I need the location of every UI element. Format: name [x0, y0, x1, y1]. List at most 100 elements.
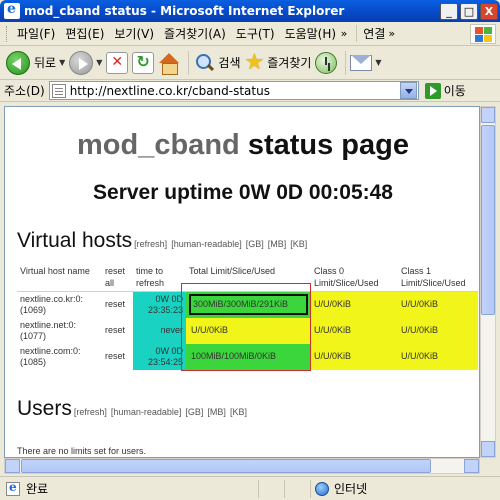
windows-logo-icon	[470, 23, 496, 44]
col-reset[interactable]: reset all	[102, 263, 133, 292]
stop-button[interactable]	[106, 51, 129, 74]
vertical-scroll-thumb[interactable]	[481, 125, 495, 315]
col-class1: Class 1 Limit/Slice/Used	[401, 266, 466, 288]
human-readable-link[interactable]: [human-readable]	[171, 239, 242, 249]
home-button[interactable]	[158, 52, 180, 75]
search-button[interactable]: 검색	[193, 52, 241, 74]
title-part-modname: mod_cband	[77, 129, 240, 161]
menu-view[interactable]: 보기(V)	[109, 25, 159, 42]
go-arrow-icon	[424, 82, 441, 99]
history-icon	[315, 51, 338, 74]
refresh-time-2: 23:54:25	[147, 356, 183, 367]
selection-highlight	[181, 283, 311, 371]
col-host: Virtual host name	[20, 266, 90, 276]
refresh-button[interactable]	[132, 51, 155, 74]
go-label: 이동	[443, 84, 466, 98]
address-url[interactable]: http://nextline.co.kr/cband-status	[70, 84, 400, 98]
col-time: time to refresh	[136, 266, 165, 288]
search-icon	[193, 52, 215, 74]
host-name: nextline.com:0:	[20, 345, 81, 356]
scroll-up-button[interactable]	[481, 107, 495, 123]
star-icon: ★	[244, 49, 265, 75]
favorites-button[interactable]: ★ 즐겨찾기	[244, 49, 312, 75]
mb-link[interactable]: [MB]	[268, 239, 287, 249]
refresh-time-1: 0W 0D	[155, 345, 183, 356]
class1-cell: U/U/0KiB	[398, 343, 478, 370]
menu-favorites[interactable]: 즐겨찾기(A)	[159, 25, 231, 42]
page-icon	[51, 83, 66, 98]
menu-file[interactable]: 파일(F)	[12, 25, 60, 42]
mail-button[interactable]: ▼	[350, 54, 382, 71]
menu-more-chevron[interactable]: »	[338, 27, 351, 40]
scroll-left-button[interactable]	[5, 459, 20, 473]
menu-help[interactable]: 도움말(H)	[280, 25, 338, 42]
status-panel	[258, 479, 284, 498]
human-readable-link[interactable]: [human-readable]	[111, 407, 182, 417]
gb-link[interactable]: [GB]	[246, 239, 264, 249]
refresh-cell: never	[133, 317, 186, 344]
vertical-scrollbar[interactable]	[480, 106, 496, 458]
links-label[interactable]: 연결	[356, 25, 385, 42]
reset-link[interactable]: reset	[102, 344, 133, 370]
menu-tools[interactable]: 도구(T)	[231, 25, 280, 42]
host-cell: nextline.co.kr:0: (1069)	[17, 292, 102, 318]
address-dropdown-button[interactable]	[399, 82, 417, 99]
back-button[interactable]: 뒤로 ▼	[6, 50, 65, 75]
chevron-down-icon[interactable]: ▼	[96, 58, 102, 67]
globe-icon	[315, 481, 329, 496]
scroll-right-button[interactable]	[464, 459, 479, 473]
col-class0: Class 0 Limit/Slice/Used	[314, 266, 379, 288]
ie-icon	[4, 1, 20, 19]
virtual-hosts-title: Virtual hosts	[17, 229, 133, 252]
back-arrow-icon	[6, 50, 30, 75]
status-panel	[284, 479, 310, 498]
host-port: (1069)	[20, 304, 47, 315]
refresh-link[interactable]: [refresh]	[74, 407, 107, 417]
address-input[interactable]: http://nextline.co.kr/cband-status	[48, 81, 419, 100]
horizontal-scroll-thumb[interactable]	[21, 459, 431, 473]
toolbar-separator	[188, 50, 190, 75]
stop-icon	[106, 51, 129, 74]
menu-edit[interactable]: 편집(E)	[60, 25, 109, 42]
refresh-time-1: 0W 0D	[155, 293, 183, 304]
window-title: mod_cband status - Microsoft Internet Ex…	[24, 4, 345, 18]
host-port: (1077)	[20, 330, 47, 341]
menu-grip	[6, 25, 9, 42]
minimize-button[interactable]: _	[440, 2, 458, 20]
host-cell: nextline.com:0: (1085)	[17, 344, 102, 370]
gb-link[interactable]: [GB]	[185, 407, 203, 417]
users-note: There are no limits set for users.	[17, 446, 147, 456]
host-port: (1085)	[20, 356, 47, 367]
kb-link[interactable]: [KB]	[290, 239, 307, 249]
chevron-down-icon[interactable]: ▼	[375, 58, 381, 67]
close-button[interactable]: X	[480, 2, 498, 20]
scrollbar-corner	[480, 458, 496, 474]
users-title: Users	[17, 397, 72, 420]
refresh-link[interactable]: [refresh]	[134, 239, 167, 249]
kb-link[interactable]: [KB]	[230, 407, 247, 417]
links-more-chevron[interactable]: »	[385, 27, 398, 40]
zone-label: 인터넷	[334, 482, 368, 496]
chevron-down-icon[interactable]: ▼	[59, 58, 65, 67]
class1-cell: U/U/0KiB	[398, 291, 478, 318]
reset-link[interactable]: reset	[102, 292, 133, 318]
refresh-icon	[132, 51, 155, 74]
host-name: nextline.net:0:	[20, 319, 77, 330]
maximize-button[interactable]: □	[460, 2, 478, 20]
toolbar: 뒤로 ▼ ▼ 검색 ★ 즐겨찾기 ▼	[0, 46, 500, 80]
scroll-down-button[interactable]	[481, 441, 495, 457]
address-label: 주소(D)	[4, 84, 45, 98]
favorites-label: 즐겨찾기	[267, 56, 312, 70]
reset-link[interactable]: reset	[102, 318, 133, 344]
go-button[interactable]: 이동	[424, 82, 466, 99]
search-label: 검색	[218, 56, 241, 70]
class1-cell: U/U/0KiB	[398, 317, 478, 344]
class0-cell: U/U/0KiB	[311, 291, 398, 318]
mb-link[interactable]: [MB]	[207, 407, 226, 417]
host-name: nextline.co.kr:0:	[20, 293, 84, 304]
title-bar: mod_cband status - Microsoft Internet Ex…	[0, 0, 500, 22]
horizontal-scrollbar[interactable]	[4, 458, 480, 474]
forward-button[interactable]: ▼	[69, 50, 102, 75]
forward-arrow-icon	[69, 50, 94, 75]
history-button[interactable]	[315, 51, 338, 74]
